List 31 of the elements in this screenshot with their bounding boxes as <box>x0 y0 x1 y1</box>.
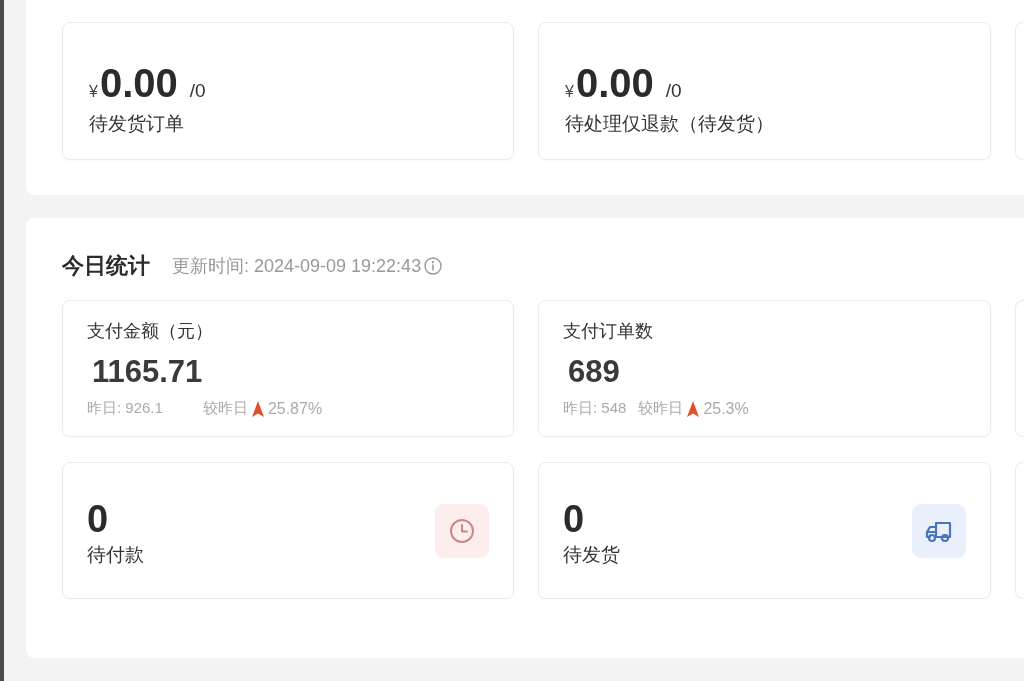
currency-symbol: ¥ <box>565 83 574 101</box>
update-time: 更新时间: 2024-09-09 19:22:43 <box>172 255 422 278</box>
amount-value: 0.00 <box>99 61 178 105</box>
compare-label: 较昨日 <box>638 399 684 418</box>
order-count: /0 <box>189 80 206 102</box>
metric-value: 1165.71 <box>92 353 203 391</box>
change-percent: 25.87% <box>267 399 323 418</box>
metric-card[interactable]: 支付金额（元） 1165.71 昨日: 926.1 较昨日 25.87% <box>62 300 514 437</box>
yesterday-value: 昨日: 926.1 <box>87 399 163 418</box>
metric-title: 支付金额（元） <box>87 320 213 343</box>
change-percent: 25.3% <box>703 399 749 418</box>
compare-label: 较昨日 <box>202 399 248 418</box>
pending-card[interactable]: 0 待发货 <box>538 462 991 599</box>
card-label: 待处理仅退款（待发货） <box>565 112 774 136</box>
pending-label: 待付款 <box>87 542 144 567</box>
yesterday-value: 昨日: 548 <box>563 399 627 418</box>
order-summary-card[interactable]: ¥0.00 /0 待发货订单 <box>62 22 514 160</box>
metric-title: 支付订单数 <box>563 320 653 343</box>
info-icon[interactable] <box>424 257 443 275</box>
card-label: 待发货订单 <box>89 112 184 136</box>
pending-count: 0 <box>563 497 585 540</box>
amount-value: 0.00 <box>575 61 654 105</box>
section-title: 今日统计 <box>62 252 150 280</box>
metric-value: 689 <box>568 353 620 391</box>
currency-symbol: ¥ <box>89 83 98 101</box>
pending-label: 待发货 <box>563 542 620 567</box>
order-summary-card[interactable]: ¥0.00 /0 待处理仅退款（待发货） <box>538 22 991 160</box>
pending-card[interactable]: 0 待付款 <box>62 462 514 599</box>
metric-card[interactable]: 支付订单数 689 昨日: 548 较昨日 25.3% <box>538 300 991 437</box>
order-count: /0 <box>665 80 682 102</box>
pending-count: 0 <box>87 497 109 540</box>
